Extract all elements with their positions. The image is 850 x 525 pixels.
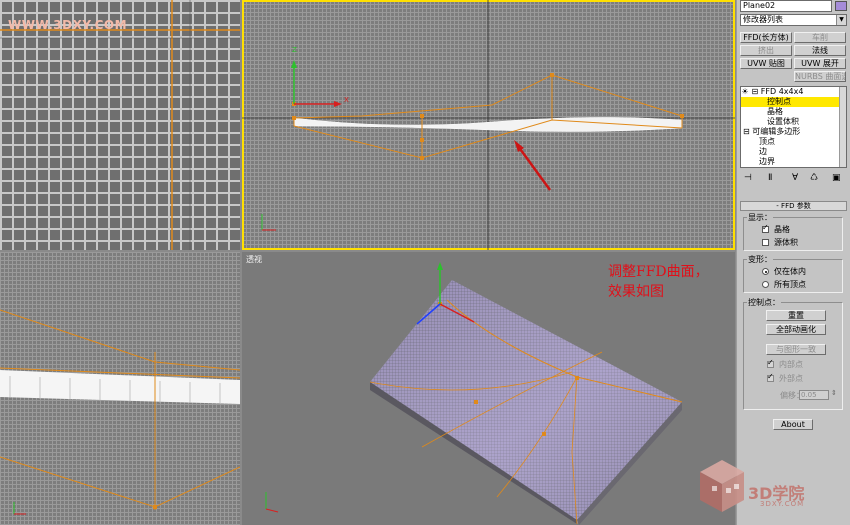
expand-minus-icon[interactable]: ⊟	[741, 127, 750, 136]
display-group-label: 显示：	[747, 213, 773, 222]
viewport-front[interactable]: Z X	[242, 0, 735, 250]
only-in-volume-radio[interactable]	[762, 268, 769, 275]
lathe-button[interactable]: 车削	[794, 32, 846, 43]
about-button[interactable]: About	[773, 419, 813, 430]
object-name-field[interactable]: Plane02	[740, 0, 832, 12]
annotation-line-1: 调整FFD曲面，	[608, 264, 709, 280]
inside-points-label: 内部点	[779, 360, 803, 369]
stack-scrollbar[interactable]	[839, 87, 846, 167]
stack-item-label: 设置体积	[767, 117, 799, 126]
modifier-stack[interactable]: ☀ ⊟ FFD 4x4x4 控制点 晶格 设置体积 ⊟ 可编辑多边形 顶点 边 …	[740, 86, 847, 168]
all-vertices-radio[interactable]	[762, 281, 769, 288]
viewport-top-left-gizmo	[0, 0, 240, 250]
viewport-left[interactable]	[0, 252, 240, 525]
remove-modifier-icon[interactable]: ♺	[810, 172, 818, 184]
stack-item-label: 边界	[759, 157, 775, 166]
only-in-volume-label: 仅在体内	[774, 267, 806, 276]
annotation-line-2: 效果如图	[608, 284, 664, 300]
source-volume-checkbox[interactable]	[762, 239, 769, 246]
svg-text:Z: Z	[292, 46, 297, 54]
animate-all-button[interactable]: 全部动画化	[766, 324, 826, 335]
display-group: 显示： 晶格 源体积	[743, 213, 843, 251]
show-end-result-icon[interactable]: Ⅱ	[768, 172, 772, 184]
modifier-list-dropdown[interactable]: 修改器列表 ▼	[740, 14, 847, 26]
stack-toolbar: ⊣ Ⅱ ∀ ♺ ▣	[740, 172, 847, 184]
stack-item-control-points[interactable]: 控制点	[741, 97, 846, 107]
lightbulb-icon[interactable]: ☀	[741, 87, 749, 97]
make-unique-icon[interactable]: ∀	[792, 172, 798, 184]
deform-group-label: 变形：	[747, 255, 773, 264]
object-color-swatch[interactable]	[835, 1, 847, 11]
deform-group: 变形： 仅在体内 所有顶点	[743, 255, 843, 293]
stack-item-label: 可编辑多边形	[752, 127, 801, 136]
site-watermark: WWW.3DXY.COM	[8, 18, 128, 32]
left-viewport-scene	[0, 309, 240, 515]
stack-item-label: 控制点	[767, 97, 791, 106]
spinner-arrows-icon[interactable]: ⇕	[831, 389, 837, 398]
configure-sets-icon[interactable]: ▣	[832, 172, 841, 184]
stack-item-border[interactable]: 边界	[741, 157, 846, 167]
inside-points-checkbox[interactable]	[767, 358, 774, 368]
reset-button[interactable]: 重置	[766, 310, 826, 321]
ffd-box-button[interactable]: FFD(长方体)	[740, 32, 792, 43]
stack-item-label: FFD 4x4x4	[760, 87, 804, 96]
3dxy-logo: 3D学院 3DXY.COM	[700, 438, 850, 521]
stack-item-label: 边	[759, 147, 767, 156]
svg-text:X: X	[344, 96, 349, 104]
stack-item-label: 晶格	[767, 107, 783, 116]
lattice-label: 晶格	[774, 225, 790, 234]
control-points-group: 控制点： 重置 全部动画化 与图形一致 内部点 外部点 偏移： 0.05 ⇕	[743, 298, 843, 410]
outside-points-checkbox[interactable]	[767, 372, 774, 382]
viewport-top-left[interactable]: WWW.3DXY.COM	[0, 0, 240, 250]
stack-item-lattice[interactable]: 晶格	[741, 107, 846, 117]
stack-item-editable-poly[interactable]: ⊟ 可编辑多边形	[741, 127, 846, 137]
stack-item-ffd[interactable]: ☀ ⊟ FFD 4x4x4	[741, 87, 846, 97]
all-vertices-label: 所有顶点	[774, 280, 806, 289]
control-points-group-label: 控制点：	[747, 298, 781, 307]
stack-item-vertex[interactable]: 顶点	[741, 137, 846, 147]
modifier-list-label: 修改器列表	[743, 15, 783, 24]
extrude-button[interactable]: 挤出	[740, 45, 792, 56]
logo-subtext: 3DXY.COM	[760, 500, 805, 508]
stack-item-edge[interactable]: 边	[741, 147, 846, 157]
uvw-map-button[interactable]: UVW 贴图	[740, 58, 792, 69]
stack-item-label: 顶点	[759, 137, 775, 146]
outside-points-label: 外部点	[779, 374, 803, 383]
source-volume-label: 源体积	[774, 238, 798, 247]
annotation-text: 调整FFD曲面， 效果如图	[608, 262, 709, 302]
chevron-down-icon: ▼	[836, 15, 846, 25]
nurbs-surface-select-button[interactable]: NURBS 曲面选择	[794, 71, 846, 82]
uvw-unwrap-button[interactable]: UVW 展开	[794, 58, 846, 69]
front-viewport-scene: Z X	[242, 0, 735, 250]
offset-spinner[interactable]: 0.05	[799, 390, 829, 400]
ffd-params-rollout-header[interactable]: - FFD 参数	[740, 201, 847, 211]
conform-to-shape-button[interactable]: 与图形一致	[766, 344, 826, 355]
rollout-title-label: FFD 参数	[781, 202, 811, 210]
normal-button[interactable]: 法线	[794, 45, 846, 56]
viewport-perspective[interactable]: 透视 调整FFD曲面， 效果如图	[242, 252, 735, 525]
pin-stack-icon[interactable]: ⊣	[744, 172, 752, 184]
stack-item-set-volume[interactable]: 设置体积	[741, 117, 846, 127]
expand-minus-icon[interactable]: ⊟	[752, 87, 759, 96]
lattice-checkbox[interactable]	[762, 223, 769, 233]
